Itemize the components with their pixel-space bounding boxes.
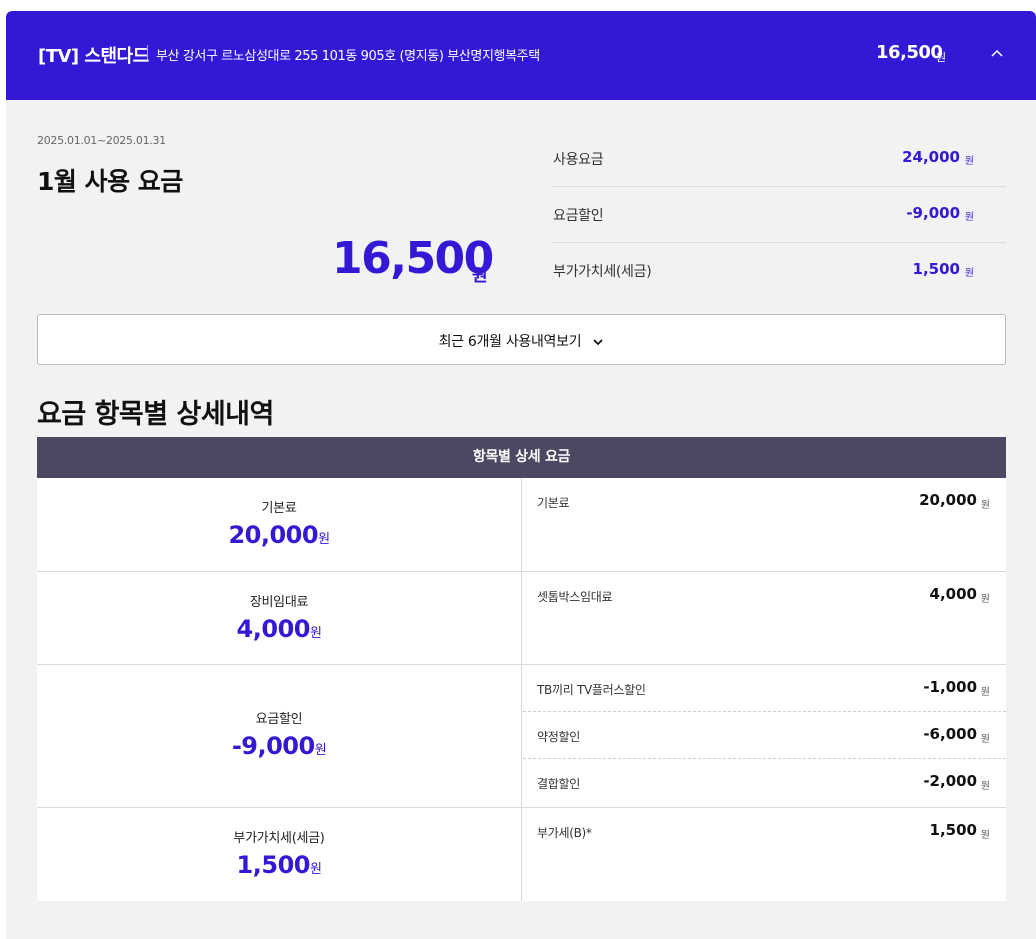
summary-unit: 원 bbox=[964, 156, 974, 167]
summary-label: 요금할인 bbox=[553, 208, 604, 224]
detail-category-cell: 요금할인 -9,000원 bbox=[37, 665, 522, 807]
detail-item: 셋톱박스임대료 4,000 원 bbox=[523, 572, 1006, 619]
detail-section-title: 요금 항목별 상세내역 bbox=[37, 399, 274, 430]
item-value: 1,500 bbox=[929, 821, 977, 839]
detail-item: 부가세(B)* 1,500 원 bbox=[523, 808, 1006, 855]
category-label: 기본료 bbox=[261, 501, 297, 516]
detail-items: 셋톱박스임대료 4,000 원 bbox=[523, 572, 1006, 619]
detail-row: 요금할인 -9,000원 TB끼리 TV플러스할인 -1,000 원 약정할인 … bbox=[37, 665, 1006, 808]
category-amount: 4,000원 bbox=[236, 615, 322, 643]
bill-header[interactable]: [TV] 스탠다드 부산 강서구 르노삼성대로 255 101동 905호 (명… bbox=[6, 11, 1036, 100]
summary-value: 24,000 bbox=[902, 148, 960, 166]
category-label: 장비임대료 bbox=[249, 595, 309, 610]
detail-items: TB끼리 TV플러스할인 -1,000 원 약정할인 -6,000 원 결합할인… bbox=[523, 665, 1006, 806]
detail-row: 기본료 20,000원 기본료 20,000 원 bbox=[37, 478, 1006, 572]
service-address: 부산 강서구 르노삼성대로 255 101동 905호 (명지동) 부산명지행복… bbox=[156, 49, 540, 64]
item-name: 기본료 bbox=[537, 496, 570, 510]
total-amount: 16,500 bbox=[332, 233, 494, 284]
item-unit: 원 bbox=[980, 594, 990, 605]
bill-card: [TV] 스탠다드 부산 강서구 르노삼성대로 255 101동 905호 (명… bbox=[6, 11, 1036, 939]
detail-item: 약정할인 -6,000 원 bbox=[523, 712, 1006, 759]
item-name: 셋톱박스임대료 bbox=[537, 590, 613, 604]
detail-item: 기본료 20,000 원 bbox=[523, 478, 1006, 525]
summary-row: 사용요금 24,000 원 bbox=[552, 131, 1006, 187]
detail-row: 부가가치세(세금) 1,500원 부가세(B)* 1,500 원 bbox=[37, 808, 1006, 901]
header-amount-unit: 원 bbox=[936, 51, 947, 64]
item-name: 부가세(B)* bbox=[537, 826, 592, 840]
billing-period: 2025.01.01~2025.01.31 bbox=[37, 134, 166, 147]
item-unit: 원 bbox=[980, 830, 990, 841]
summary-label: 사용요금 bbox=[553, 152, 604, 168]
item-unit: 원 bbox=[980, 500, 990, 511]
summary-label: 부가가치세(세금) bbox=[553, 264, 652, 280]
item-value: 20,000 bbox=[919, 491, 977, 509]
category-amount: -9,000원 bbox=[231, 732, 327, 760]
total-amount-unit: 원 bbox=[472, 266, 488, 286]
item-value: 4,000 bbox=[929, 585, 977, 603]
item-value: -6,000 bbox=[923, 725, 977, 743]
chevron-up-icon[interactable] bbox=[988, 45, 1006, 63]
summary-row: 부가가치세(세금) 1,500 원 bbox=[552, 243, 1006, 299]
detail-category-cell: 부가가치세(세금) 1,500원 bbox=[37, 808, 522, 901]
month-title: 1월 사용 요금 bbox=[37, 167, 183, 196]
summary-row: 요금할인 -9,000 원 bbox=[552, 187, 1006, 243]
detail-item: 결합할인 -2,000 원 bbox=[523, 759, 1006, 806]
item-unit: 원 bbox=[980, 781, 990, 792]
header-divider bbox=[147, 45, 148, 60]
summary-value: 1,500 bbox=[912, 260, 960, 278]
summary-value: -9,000 bbox=[906, 204, 960, 222]
category-label: 요금할인 bbox=[255, 712, 303, 727]
detail-item: TB끼리 TV플러스할인 -1,000 원 bbox=[523, 665, 1006, 712]
detail-items: 부가세(B)* 1,500 원 bbox=[523, 808, 1006, 855]
summary-unit: 원 bbox=[964, 212, 974, 223]
chevron-down-icon bbox=[593, 338, 604, 345]
item-value: -2,000 bbox=[923, 772, 977, 790]
detail-items: 기본료 20,000 원 bbox=[523, 478, 1006, 525]
category-amount: 20,000원 bbox=[228, 521, 330, 549]
detail-category-cell: 장비임대료 4,000원 bbox=[37, 572, 522, 664]
item-name: 약정할인 bbox=[537, 730, 580, 744]
detail-table: 항목별 상세 요금 기본료 20,000원 기본료 20,000 원 장비임대료… bbox=[37, 437, 1006, 901]
detail-table-header: 항목별 상세 요금 bbox=[37, 437, 1006, 478]
product-name: [TV] 스탠다드 bbox=[38, 46, 149, 67]
header-amount: 16,500 bbox=[876, 42, 943, 63]
recent-history-label: 최근 6개월 사용내역보기 bbox=[438, 334, 582, 350]
item-unit: 원 bbox=[980, 734, 990, 745]
detail-category-cell: 기본료 20,000원 bbox=[37, 478, 522, 571]
category-amount: 1,500원 bbox=[236, 851, 322, 879]
recent-history-button[interactable]: 최근 6개월 사용내역보기 bbox=[37, 314, 1006, 365]
category-label: 부가가치세(세금) bbox=[233, 831, 325, 846]
summary-list: 사용요금 24,000 원 요금할인 -9,000 원 부가가치세(세금) 1,… bbox=[552, 131, 1006, 299]
item-value: -1,000 bbox=[923, 678, 977, 696]
item-name: TB끼리 TV플러스할인 bbox=[537, 683, 646, 697]
item-unit: 원 bbox=[980, 687, 990, 698]
detail-row: 장비임대료 4,000원 셋톱박스임대료 4,000 원 bbox=[37, 572, 1006, 665]
summary-unit: 원 bbox=[964, 268, 974, 279]
item-name: 결합할인 bbox=[537, 777, 580, 791]
